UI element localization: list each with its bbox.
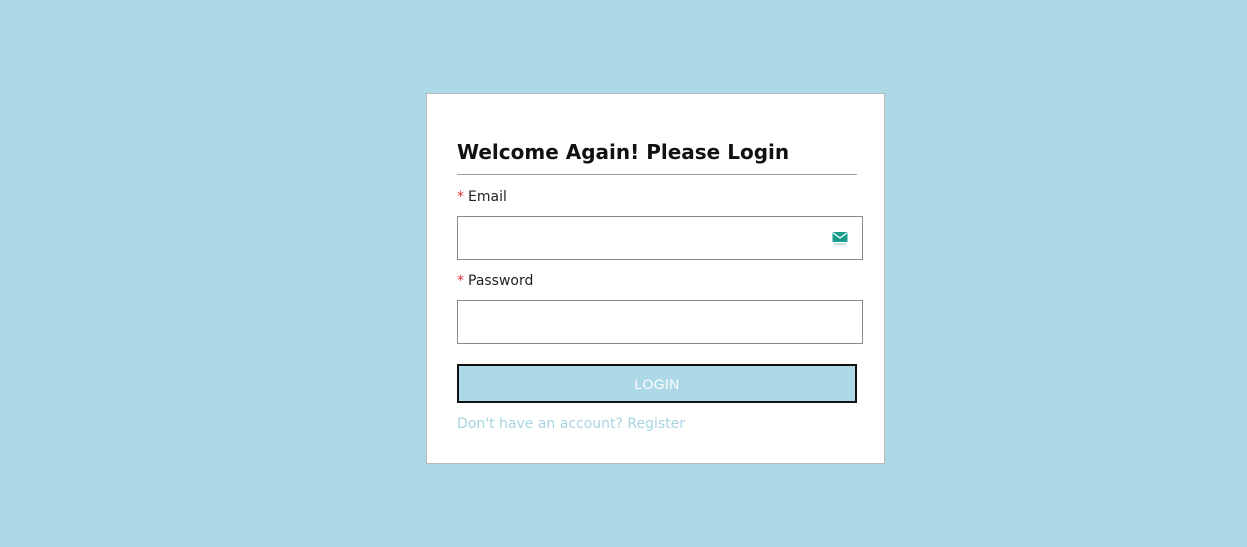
login-card: Welcome Again! Please Login * Email * Pass… — [426, 93, 885, 464]
password-field[interactable] — [458, 301, 862, 343]
login-button[interactable]: LOGIN — [457, 364, 857, 403]
register-link[interactable]: Don't have an account? Register — [457, 416, 685, 432]
email-label-row: * Email — [457, 189, 507, 205]
email-field-wrapper — [457, 216, 863, 260]
password-label-row: * Password — [457, 273, 533, 289]
mail-icon — [832, 232, 848, 245]
title-divider — [457, 174, 857, 175]
required-marker: * — [457, 189, 464, 205]
email-field[interactable] — [458, 217, 862, 259]
email-label: Email — [468, 189, 507, 205]
required-marker: * — [457, 273, 464, 289]
login-title: Welcome Again! Please Login — [457, 140, 790, 164]
password-label: Password — [468, 273, 534, 289]
password-field-wrapper — [457, 300, 863, 344]
